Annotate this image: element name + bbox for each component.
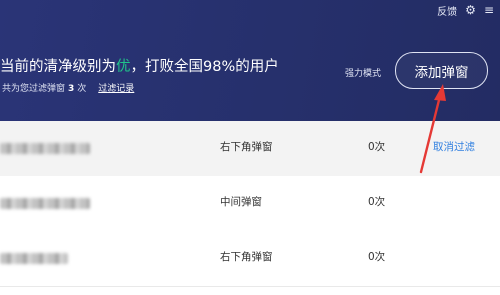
cancel-filter-link[interactable]: 取消过滤 (433, 139, 475, 154)
filtered-count: 3 (68, 84, 75, 94)
popup-type: 右下角弹窗 (220, 141, 273, 153)
popup-type: 右下角弹窗 (220, 251, 273, 263)
add-popup-button[interactable]: 添加弹窗 (395, 52, 488, 89)
gear-icon[interactable]: ⚙ (465, 3, 476, 17)
top-bar: 反馈 ⚙ ≡ (437, 2, 494, 18)
block-count: 0次 (368, 251, 386, 263)
filter-records-link[interactable]: 过滤记录 (98, 81, 134, 94)
purity-level-headline: 当前的清净级别为优，打败全国98%的用户 (0, 55, 279, 76)
headline-prefix: 当前的清净级别为 (0, 59, 116, 75)
popup-type: 中间弹窗 (220, 196, 262, 208)
headline-suffix: ，打败全国98%的用户 (130, 59, 279, 75)
filter-summary-unit: 次 (77, 84, 87, 94)
block-count: 0次 (368, 196, 386, 208)
table-row[interactable]: 右下角弹窗 0次 (0, 231, 500, 287)
blurred-app-name (0, 253, 68, 264)
filter-summary: 共为您过滤弹窗 3 次 过滤记录 (2, 81, 134, 94)
table-row[interactable]: 中间弹窗 0次 (0, 176, 500, 232)
level-value: 优 (116, 59, 131, 75)
table-row[interactable]: 右下角弹窗 0次 取消过滤 (0, 121, 500, 177)
strong-mode-toggle[interactable]: 强力模式 (345, 66, 381, 79)
header-panel: 反馈 ⚙ ≡ 当前的清净级别为优，打败全国98%的用户 共为您过滤弹窗 3 次 … (0, 0, 500, 121)
feedback-link[interactable]: 反馈 (437, 3, 457, 18)
blurred-app-name (0, 143, 90, 154)
menu-icon[interactable]: ≡ (484, 3, 494, 17)
blurred-app-name (0, 198, 90, 209)
block-count: 0次 (368, 141, 386, 153)
filter-summary-prefix: 共为您过滤弹窗 (2, 84, 66, 94)
